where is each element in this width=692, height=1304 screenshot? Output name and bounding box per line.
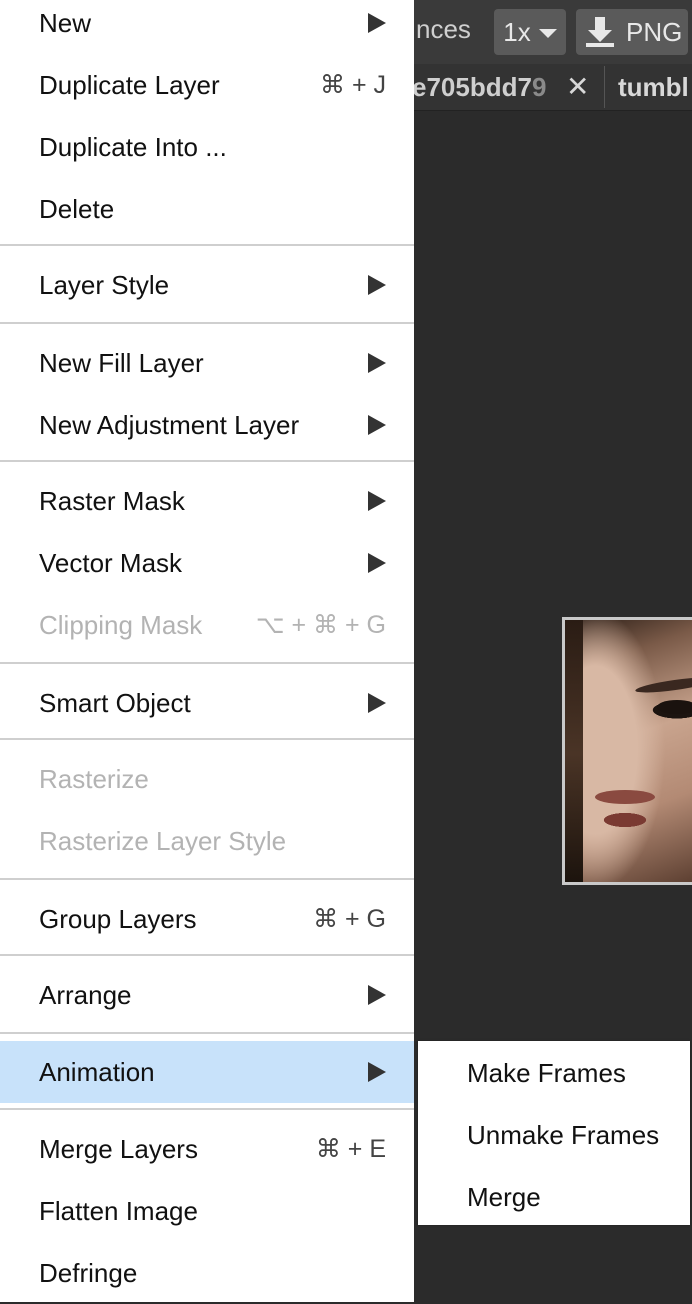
menu-item-shortcut: ⌘ + G bbox=[313, 905, 386, 933]
submenu-arrow-icon bbox=[368, 693, 386, 713]
submenu-arrow-icon bbox=[368, 1062, 386, 1082]
menu-item-defringe[interactable]: Defringe bbox=[0, 1242, 414, 1304]
menu-item-new[interactable]: New bbox=[0, 0, 414, 54]
download-icon bbox=[586, 17, 614, 47]
submenu-arrow-icon bbox=[368, 491, 386, 511]
menu-item-shortcut: ⌥ + ⌘ + G bbox=[255, 611, 386, 639]
menu-item-layer-style[interactable]: Layer Style bbox=[0, 254, 414, 316]
submenu-arrow-icon bbox=[368, 985, 386, 1005]
image-eye bbox=[657, 700, 692, 714]
animation-submenu: Make Frames Unmake Frames Merge bbox=[418, 1041, 690, 1225]
menu-item-label: Animation bbox=[39, 1056, 155, 1087]
menu-item-new-fill-layer[interactable]: New Fill Layer bbox=[0, 332, 414, 394]
submenu-arrow-icon bbox=[368, 415, 386, 435]
image-brow bbox=[634, 674, 692, 696]
menu-item-duplicate-into[interactable]: Duplicate Into ... bbox=[0, 116, 414, 178]
menu-item-vector-mask[interactable]: Vector Mask bbox=[0, 532, 414, 594]
menu-item-label: Arrange bbox=[39, 979, 132, 1010]
menu-item-clipping-mask: Clipping Mask ⌥ + ⌘ + G bbox=[0, 594, 414, 656]
menu-item-label: Delete bbox=[39, 193, 115, 224]
menu-separator bbox=[0, 1032, 414, 1034]
menu-item-smart-object[interactable]: Smart Object bbox=[0, 672, 414, 734]
menu-item-label: Rasterize bbox=[39, 763, 149, 794]
menu-item-label: Rasterize Layer Style bbox=[39, 825, 287, 856]
canvas-image[interactable] bbox=[562, 617, 692, 885]
menu-separator bbox=[0, 1108, 414, 1110]
tab-label: e705bdd7 bbox=[412, 72, 532, 102]
submenu-arrow-icon bbox=[368, 275, 386, 295]
menu-item-delete[interactable]: Delete bbox=[0, 178, 414, 240]
menu-item-label: New Fill Layer bbox=[39, 347, 204, 378]
submenu-item-unmake-frames[interactable]: Unmake Frames bbox=[418, 1104, 690, 1166]
menu-separator bbox=[0, 878, 414, 880]
tab-divider bbox=[604, 66, 605, 108]
menu-item-label: Vector Mask bbox=[39, 547, 183, 578]
menu-item-label: New Adjustment Layer bbox=[39, 409, 300, 440]
menu-separator bbox=[0, 322, 414, 324]
menu-item-label: Flatten Image bbox=[39, 1195, 198, 1226]
menu-item-rasterize-layer-style: Rasterize Layer Style bbox=[0, 810, 414, 872]
menu-separator bbox=[0, 738, 414, 740]
menu-item-shortcut: ⌘ + J bbox=[320, 71, 386, 99]
close-icon[interactable]: ✕ bbox=[566, 70, 589, 103]
menu-item-label: Duplicate Into ... bbox=[39, 131, 227, 162]
menu-item-duplicate-layer[interactable]: Duplicate Layer ⌘ + J bbox=[0, 54, 414, 116]
menu-item-animation[interactable]: Animation bbox=[0, 1041, 414, 1103]
submenu-item-merge[interactable]: Merge bbox=[418, 1166, 690, 1228]
menu-item-label: Duplicate Layer bbox=[39, 69, 220, 100]
menu-item-label: Merge Layers bbox=[39, 1133, 198, 1164]
menu-item-shortcut: ⌘ + E bbox=[315, 1135, 386, 1163]
menu-item-raster-mask[interactable]: Raster Mask bbox=[0, 470, 414, 532]
menu-item-label: Group Layers bbox=[39, 903, 197, 934]
image-hair bbox=[565, 620, 583, 882]
layer-context-menu: New Duplicate Layer ⌘ + J Duplicate Into… bbox=[0, 0, 414, 1302]
topbar-fragment-text: nces bbox=[416, 14, 471, 44]
menu-item-label: New bbox=[39, 7, 92, 38]
document-tab[interactable]: tumbl bbox=[618, 72, 689, 103]
zoom-label: 1x bbox=[503, 16, 531, 47]
menu-item-label: Defringe bbox=[39, 1257, 138, 1288]
submenu-arrow-icon bbox=[368, 553, 386, 573]
menu-item-rasterize: Rasterize bbox=[0, 748, 414, 810]
image-lip bbox=[595, 790, 655, 804]
menu-separator bbox=[0, 244, 414, 246]
menu-item-arrange[interactable]: Arrange bbox=[0, 964, 414, 1026]
menu-item-new-adjustment-layer[interactable]: New Adjustment Layer bbox=[0, 394, 414, 456]
tab-label-fade: 9 bbox=[531, 72, 547, 102]
zoom-dropdown[interactable]: 1x bbox=[494, 9, 566, 55]
menu-item-label: Raster Mask bbox=[39, 485, 185, 516]
document-tab-active[interactable]: e705bdd79 bbox=[412, 72, 546, 103]
menu-item-merge-layers[interactable]: Merge Layers ⌘ + E bbox=[0, 1118, 414, 1180]
export-label: PNG bbox=[626, 16, 683, 47]
export-png-button[interactable]: PNG bbox=[576, 9, 688, 55]
chevron-down-icon bbox=[538, 29, 557, 38]
submenu-arrow-icon bbox=[368, 13, 386, 33]
menu-item-label: Layer Style bbox=[39, 269, 170, 300]
menu-item-label: Smart Object bbox=[39, 687, 191, 718]
menu-item-flatten-image[interactable]: Flatten Image bbox=[0, 1180, 414, 1242]
menu-separator bbox=[0, 954, 414, 956]
submenu-item-make-frames[interactable]: Make Frames bbox=[418, 1042, 690, 1104]
submenu-arrow-icon bbox=[368, 353, 386, 373]
menu-separator bbox=[0, 460, 414, 462]
menu-item-label: Clipping Mask bbox=[39, 609, 203, 640]
menu-separator bbox=[0, 662, 414, 664]
menu-item-group-layers[interactable]: Group Layers ⌘ + G bbox=[0, 888, 414, 950]
